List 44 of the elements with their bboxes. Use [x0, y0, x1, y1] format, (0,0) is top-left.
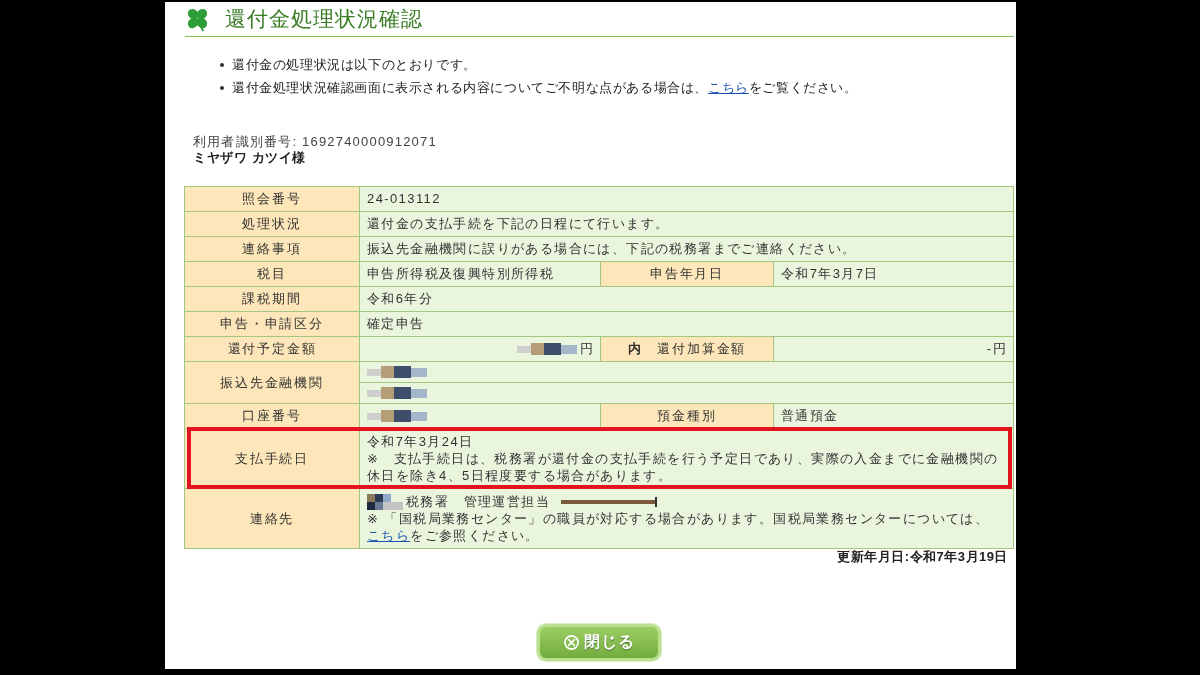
cell-text: 円 — [579, 340, 594, 358]
row-header: 口座番号 — [185, 404, 359, 428]
table-cell: 確定申告 — [360, 312, 1013, 336]
row-header: 連絡事項 — [185, 237, 359, 261]
user-name: ミヤザワ カツイ様 — [193, 150, 306, 166]
redaction-mosaic-icon — [367, 409, 427, 423]
redaction-mosaic-icon — [516, 342, 577, 356]
updated-date: 更新年月日:令和7年3月19日 — [836, 549, 1009, 565]
row-header: 照会番号 — [185, 187, 359, 211]
clover-icon — [185, 6, 210, 32]
row-header: 税目 — [185, 262, 359, 286]
row-header: 申告年月日 — [601, 262, 773, 286]
notice-text: 還付金処理状況確認画面に表示される内容についてご不明な点がある場合は、こちら をご覧ください。 — [232, 79, 858, 97]
page-title: 還付金処理状況確認 — [225, 6, 423, 32]
row-header: 還付予定金額 — [185, 337, 359, 361]
row-header: 処理状況 — [185, 212, 359, 236]
redaction-mosaic-icon — [367, 493, 403, 510]
row-header: 振込先金融機関 — [185, 362, 359, 403]
user-id-text: 利用者識別番号: 1692740000912071 — [193, 134, 437, 150]
table-cell: 24-013112 — [360, 187, 1013, 211]
row-header: 連絡先 — [185, 489, 359, 548]
row-header: 課税期間 — [185, 287, 359, 311]
table-cell: 令和7年3月7日 — [774, 262, 1013, 286]
bullet-icon — [220, 62, 224, 67]
cell-text: ※ 支払手続日は、税務署が還付金の支払手続を行う予定日であり、実際の入金までに金融機関の休日を除き4、5日程度要する場合があります。 — [367, 450, 1000, 484]
notice-text: 還付金の処理状況は以下のとおりです。 — [232, 56, 477, 74]
bullet-icon — [220, 85, 224, 90]
row-header: 内 還付加算金額 — [601, 337, 773, 361]
cell-text: 令和7年3月24日 — [367, 433, 474, 450]
redaction-mosaic-icon — [367, 386, 427, 400]
link[interactable]: こちら — [367, 528, 411, 543]
table-cell: -円 — [774, 337, 1013, 361]
table-cell: 普通預金 — [774, 404, 1013, 428]
link[interactable]: こちら — [708, 80, 749, 95]
table-cell: 振込先金融機関に誤りがある場合には、下記の税務署までご連絡ください。 — [360, 237, 1013, 261]
row-header: 申告・申請区分 — [185, 312, 359, 336]
table-cell: 還付金の支払手続を下記の日程にて行います。 — [360, 212, 1013, 236]
cell-text: 税務署 管理運営担当 — [406, 493, 550, 510]
close-icon — [563, 635, 579, 650]
table-cell: 申告所得税及復興特別所得税 — [360, 262, 600, 286]
table-cell: 令和6年分 — [360, 287, 1013, 311]
cell-text: ※ 「国税局業務センター」の職員が対応する場合があります。国税局業務センターについては、 こちら をご参照ください。 — [367, 510, 991, 544]
row-header: 預金種別 — [601, 404, 773, 428]
redaction-mosaic-icon — [367, 365, 427, 379]
